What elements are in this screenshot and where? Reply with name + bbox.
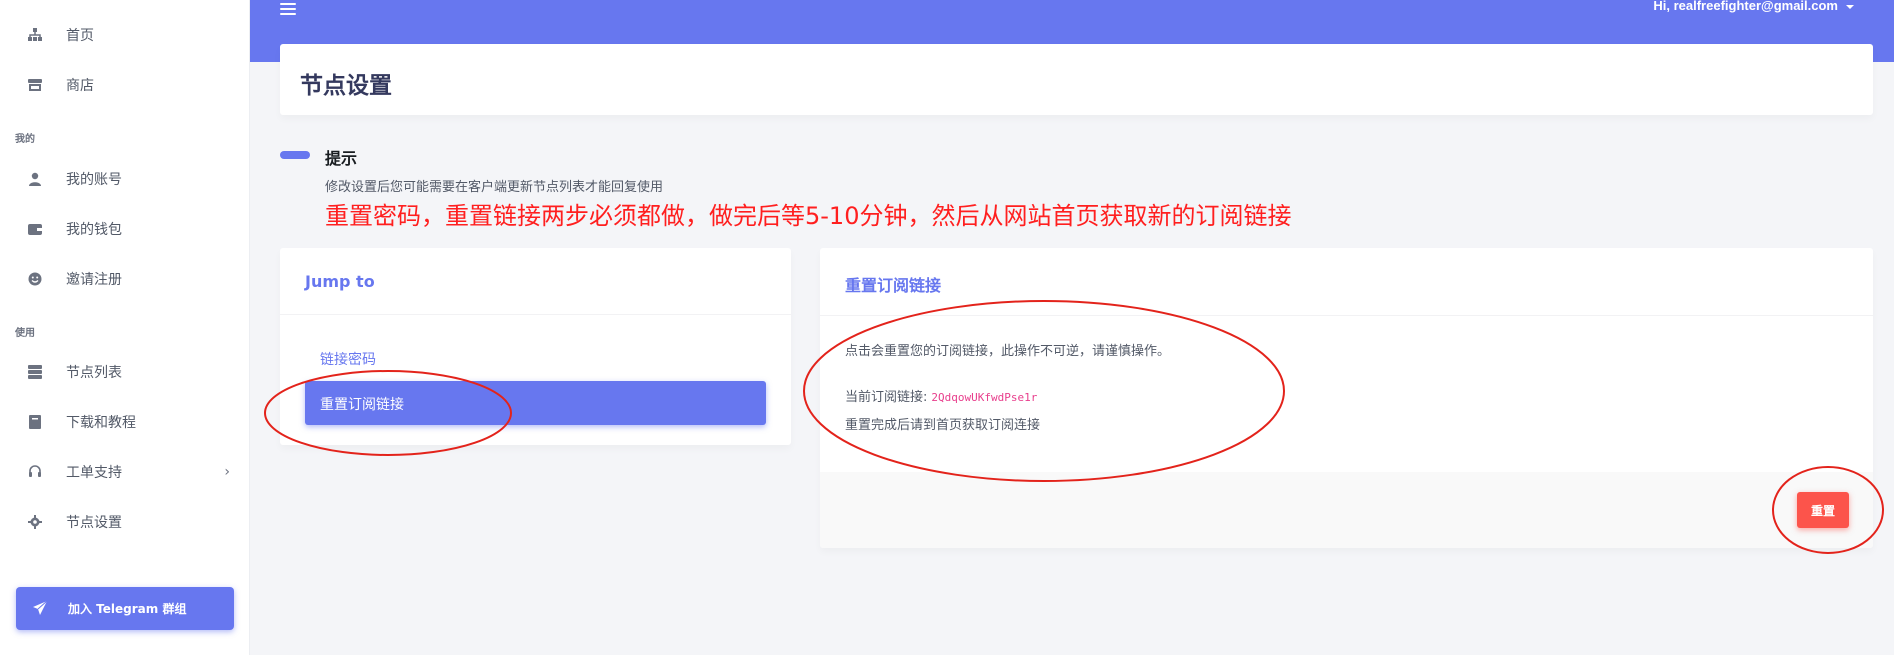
jump-to-card: Jump to 链接密码 重置订阅链接 [280, 248, 791, 445]
sidebar-item-label: 节点设置 [66, 515, 122, 531]
tip-title: 提示 [325, 149, 358, 168]
card-title: Jump to [305, 272, 375, 291]
jump-link-reset-subscription[interactable]: 重置订阅链接 [305, 381, 766, 425]
jump-link-password[interactable]: 链接密码 [320, 349, 376, 369]
tip-accent-bar [280, 151, 310, 159]
card-header: 重置订阅链接 [820, 248, 1873, 316]
sidebar-item-wallet[interactable]: 我的钱包 [0, 209, 250, 249]
store-icon [28, 78, 42, 92]
reset-after-text: 重置完成后请到首页获取订阅连接 [845, 418, 1041, 433]
smile-icon [28, 272, 42, 286]
sidebar-item-nodes[interactable]: 节点列表 [0, 352, 250, 392]
tip-warning: 重置密码，重置链接两步必须都做，做完后等5-10分钟，然后从网站首页获取新的订阅… [325, 202, 1292, 230]
sidebar-item-label: 工单支持 [66, 465, 122, 481]
sidebar: 首页 商店 我的 我的账号 我的钱包 邀请注册 使用 节点列表 下载和教程 工单… [0, 0, 250, 655]
current-subscription-line: 当前订阅链接: 2QdqowUKfwdPse1r [845, 386, 1037, 405]
reset-warning-text: 点击会重置您的订阅链接，此操作不可逆，请谨慎操作。 [845, 344, 1171, 359]
page-title: 节点设置 [300, 73, 392, 99]
current-subscription-value: 2QdqowUKfwdPse1r [931, 391, 1038, 404]
sidebar-item-downloads[interactable]: 下载和教程 [0, 402, 250, 442]
sidebar-item-label: 下载和教程 [66, 415, 136, 431]
join-telegram-label: 加入 Telegram 群组 [68, 602, 187, 616]
wallet-icon [28, 222, 42, 236]
sidebar-item-invite[interactable]: 邀请注册 [0, 259, 250, 299]
caret-down-icon [1846, 4, 1854, 9]
card-header: Jump to [280, 248, 791, 315]
sidebar-item-home[interactable]: 首页 [0, 15, 250, 55]
sidebar-item-label: 我的账号 [66, 172, 122, 188]
current-subscription-label: 当前订阅链接: [845, 390, 928, 405]
user-dropdown[interactable]: Hi, realfreefighter@gmail.com [1653, 0, 1854, 13]
user-greeting: Hi, realfreefighter@gmail.com [1653, 0, 1838, 13]
tip-description: 修改设置后您可能需要在客户端更新节点列表才能回复使用 [325, 180, 664, 195]
page-header: 节点设置 [280, 44, 1873, 115]
sidebar-item-label: 我的钱包 [66, 222, 122, 238]
section-label-mine: 我的 [15, 134, 35, 145]
card-title: 重置订阅链接 [845, 276, 942, 295]
sitemap-icon [28, 28, 42, 42]
sidebar-item-account[interactable]: 我的账号 [0, 159, 250, 199]
sidebar-item-support[interactable]: 工单支持 › [0, 452, 250, 492]
sidebar-item-store[interactable]: 商店 [0, 65, 250, 105]
sidebar-item-label: 邀请注册 [66, 272, 122, 288]
paper-plane-icon [32, 600, 48, 620]
gear-icon [28, 515, 42, 529]
hamburger-menu-icon[interactable] [280, 0, 298, 15]
section-label-use: 使用 [15, 328, 35, 339]
user-icon [28, 172, 42, 186]
chevron-right-icon: › [224, 464, 230, 480]
book-icon [28, 415, 42, 429]
jump-link-label: 重置订阅链接 [320, 397, 404, 413]
sidebar-item-node-settings[interactable]: 节点设置 [0, 502, 250, 542]
sidebar-item-label: 商店 [66, 78, 94, 94]
sidebar-item-label: 首页 [66, 28, 94, 44]
headset-icon [28, 465, 42, 479]
card-footer: 重置 [820, 472, 1873, 548]
reset-subscription-card: 重置订阅链接 点击会重置您的订阅链接，此操作不可逆，请谨慎操作。 当前订阅链接:… [820, 248, 1873, 548]
server-icon [28, 365, 42, 379]
reset-button[interactable]: 重置 [1797, 492, 1849, 528]
join-telegram-button[interactable]: 加入 Telegram 群组 [16, 587, 234, 630]
sidebar-item-label: 节点列表 [66, 365, 122, 381]
